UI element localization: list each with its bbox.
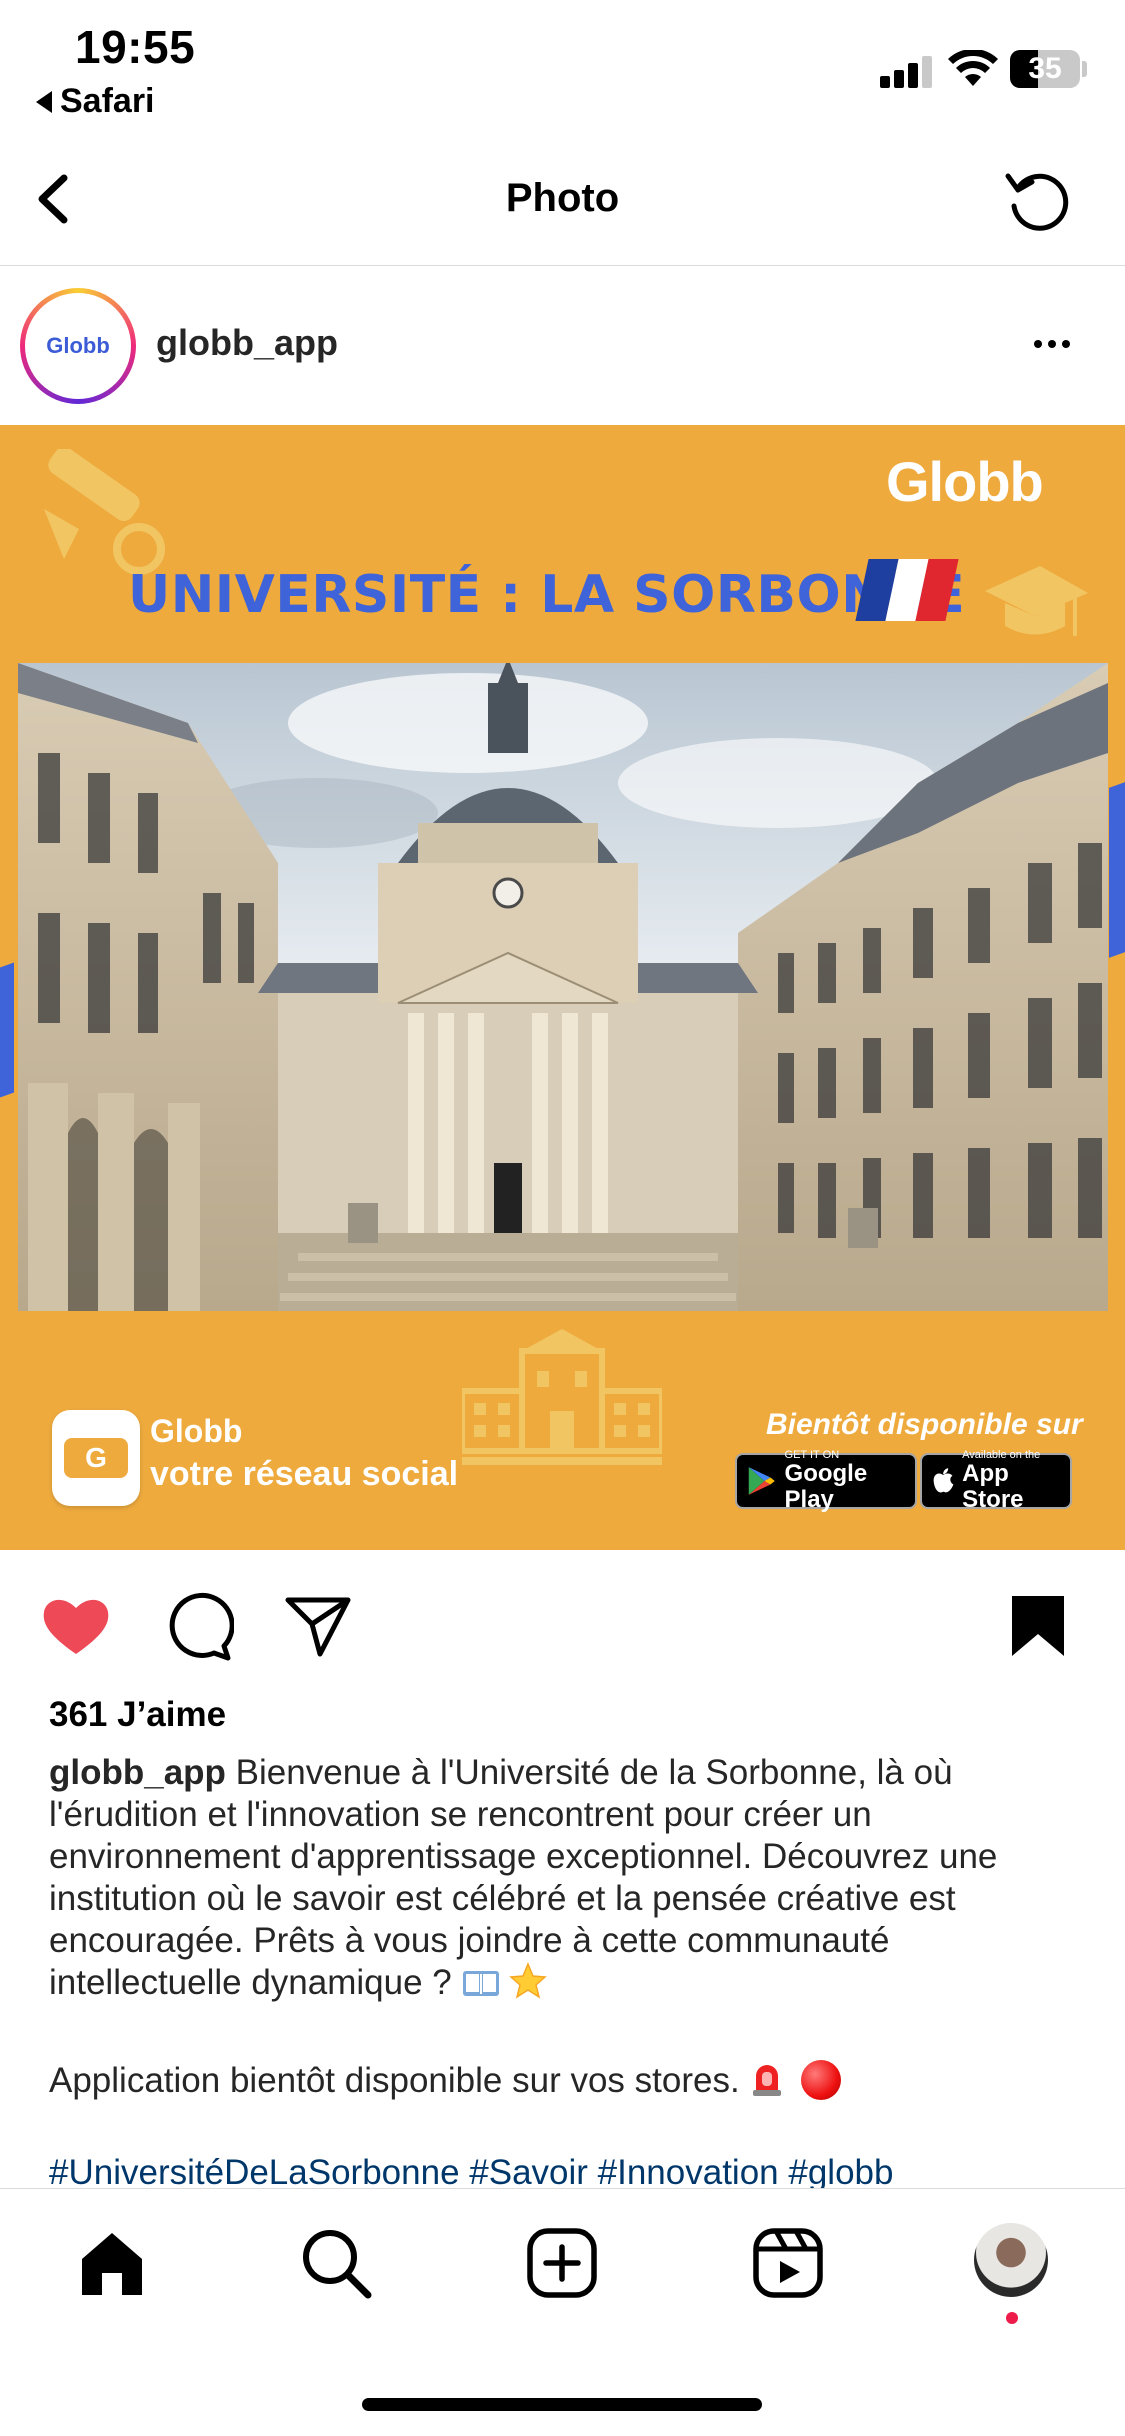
avatar-logo: Globb: [46, 333, 110, 358]
siren-icon: [753, 2065, 782, 2096]
battery-icon: 35: [1010, 50, 1080, 88]
app-name: Globb: [150, 1413, 243, 1449]
profile-notification-dot: [1006, 2312, 1018, 2324]
reels-icon[interactable]: [748, 2223, 828, 2303]
status-time: 19:55: [75, 21, 196, 73]
building-icon: [462, 1329, 662, 1465]
back-triangle-icon: [36, 90, 52, 113]
apple-icon: [933, 1468, 954, 1493]
post-header: Globb globb_app: [0, 268, 1125, 424]
hashtags[interactable]: #UniversitéDeLaSorbonne #Savoir #Innovat…: [49, 2152, 1089, 2188]
banner-headline: UNIVERSITÉ : LA SORBONNE: [128, 565, 966, 625]
post-actions: [0, 1580, 1125, 1670]
post-image[interactable]: Globb UNIVERSITÉ : LA SORBONNE G Globb v…: [0, 425, 1125, 1550]
wifi-icon: [948, 50, 998, 86]
post-username[interactable]: globb_app: [156, 322, 338, 364]
google-play-icon: [748, 1467, 775, 1495]
app-store-big-text: App Store: [962, 1460, 1024, 1513]
google-play-big-text: Google Play: [784, 1460, 868, 1513]
back-app-label: Safari: [60, 82, 155, 120]
app-store-badge: Available on the App Store: [920, 1449, 1072, 1513]
globb-logo: Globb: [886, 450, 1044, 513]
comment-icon[interactable]: [162, 1590, 234, 1662]
back-to-safari[interactable]: Safari: [36, 82, 155, 121]
graduation-cap-icon: [985, 566, 1088, 636]
globb-app-icon: G: [52, 1410, 140, 1506]
heart-icon[interactable]: [40, 1590, 112, 1662]
coming-soon-text: Bientôt disponible sur: [766, 1408, 1083, 1441]
nav-bar: Photo: [0, 150, 1125, 266]
likes-count[interactable]: 361 J’aime: [49, 1695, 226, 1735]
post-author-avatar[interactable]: Globb: [20, 288, 136, 404]
decor-stripe-right: [1109, 782, 1125, 958]
open-book-icon: [462, 1971, 499, 1996]
google-play-badge: GET IT ON Google Play: [735, 1449, 917, 1513]
profile-avatar[interactable]: [974, 2223, 1054, 2303]
refresh-icon[interactable]: [1000, 162, 1076, 238]
globb-g-logo: G: [64, 1438, 128, 1478]
battery-tip: [1082, 61, 1087, 77]
decor-stripe-left: [0, 962, 14, 1098]
home-icon[interactable]: [72, 2223, 152, 2303]
create-icon[interactable]: [522, 2223, 602, 2303]
bookmark-icon[interactable]: [1002, 1590, 1074, 1662]
share-icon[interactable]: [282, 1590, 354, 1662]
status-bar: 19:55 Safari 35: [0, 0, 1125, 130]
profile-picture: [974, 2223, 1048, 2297]
post-caption: globb_app Bienvenue à l'Université de la…: [49, 1752, 1089, 2004]
home-indicator: [362, 2398, 762, 2411]
page-title: Photo: [505, 176, 620, 220]
battery-level: 35: [1028, 52, 1062, 85]
glowing-star-icon: [509, 1962, 548, 1999]
sorbonne-photo: [18, 663, 1108, 1311]
red-circle-icon: [801, 2060, 842, 2100]
search-icon[interactable]: [296, 2223, 376, 2303]
caption-username[interactable]: globb_app: [49, 1753, 226, 1792]
more-options-icon[interactable]: [1034, 340, 1070, 348]
french-flag-icon: [855, 559, 959, 621]
diploma-icon: [44, 449, 165, 575]
app-tagline: votre réseau social: [150, 1455, 459, 1493]
caption-line-2: Application bientôt disponible sur vos s…: [49, 2060, 1089, 2102]
caption-line-2-text: Application bientôt disponible sur vos s…: [49, 2061, 740, 2100]
cellular-signal-icon: [880, 54, 936, 88]
